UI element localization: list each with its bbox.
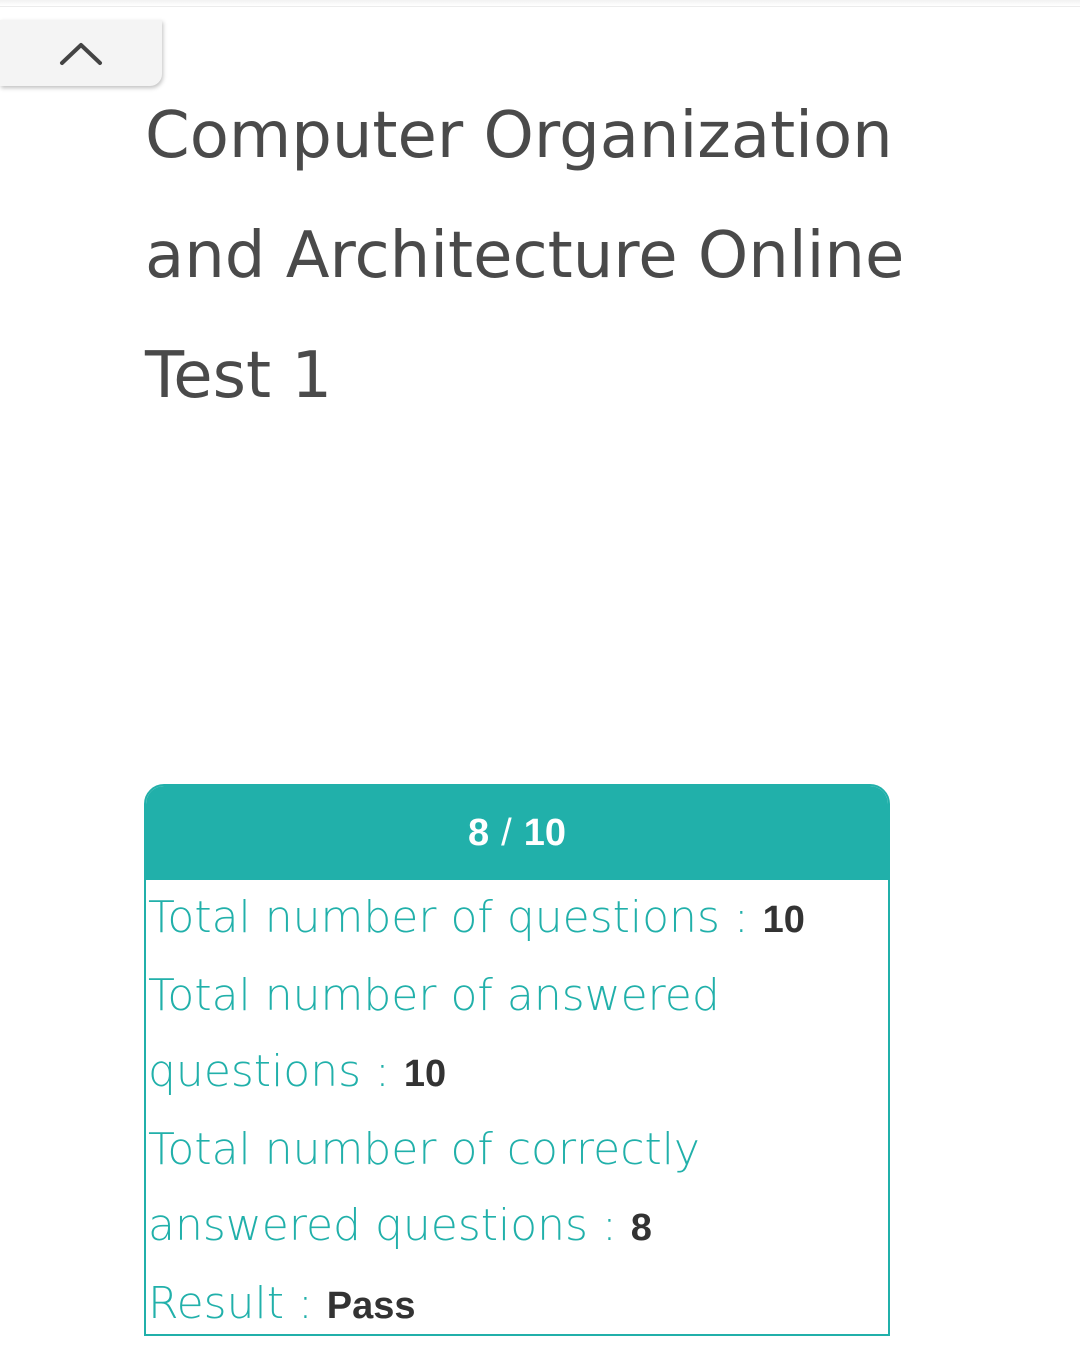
stat-total-questions: Total number of questions : 10 bbox=[148, 880, 888, 958]
stat-correct-answers: Total number of correctly answered quest… bbox=[148, 1112, 888, 1266]
page-title: Computer Organization and Architecture O… bbox=[145, 99, 905, 413]
result-card: 8 / 10 Total number of questions : 10 To… bbox=[144, 784, 890, 1336]
stat-value: 8 bbox=[630, 1207, 652, 1249]
stat-label: Total number of questions : bbox=[148, 892, 763, 943]
stat-value: 10 bbox=[762, 899, 805, 941]
score-separator: / bbox=[501, 811, 512, 854]
score-header: 8 / 10 bbox=[146, 786, 888, 880]
stat-label: Result : bbox=[148, 1278, 327, 1329]
stat-result: Result : Pass bbox=[148, 1266, 888, 1334]
collapse-button[interactable] bbox=[0, 20, 162, 86]
stats-list: Total number of questions : 10 Total num… bbox=[146, 880, 888, 1334]
score-value: 8 bbox=[468, 811, 490, 854]
stat-label: Total number of correctly answered quest… bbox=[148, 1124, 700, 1251]
score-max: 10 bbox=[523, 811, 566, 854]
top-divider bbox=[0, 0, 1080, 7]
stat-value: 10 bbox=[403, 1053, 447, 1095]
chevron-up-icon bbox=[58, 39, 104, 67]
stat-answered-questions: Total number of answered questions : 10 bbox=[148, 958, 888, 1112]
result-status: Pass bbox=[326, 1285, 416, 1327]
